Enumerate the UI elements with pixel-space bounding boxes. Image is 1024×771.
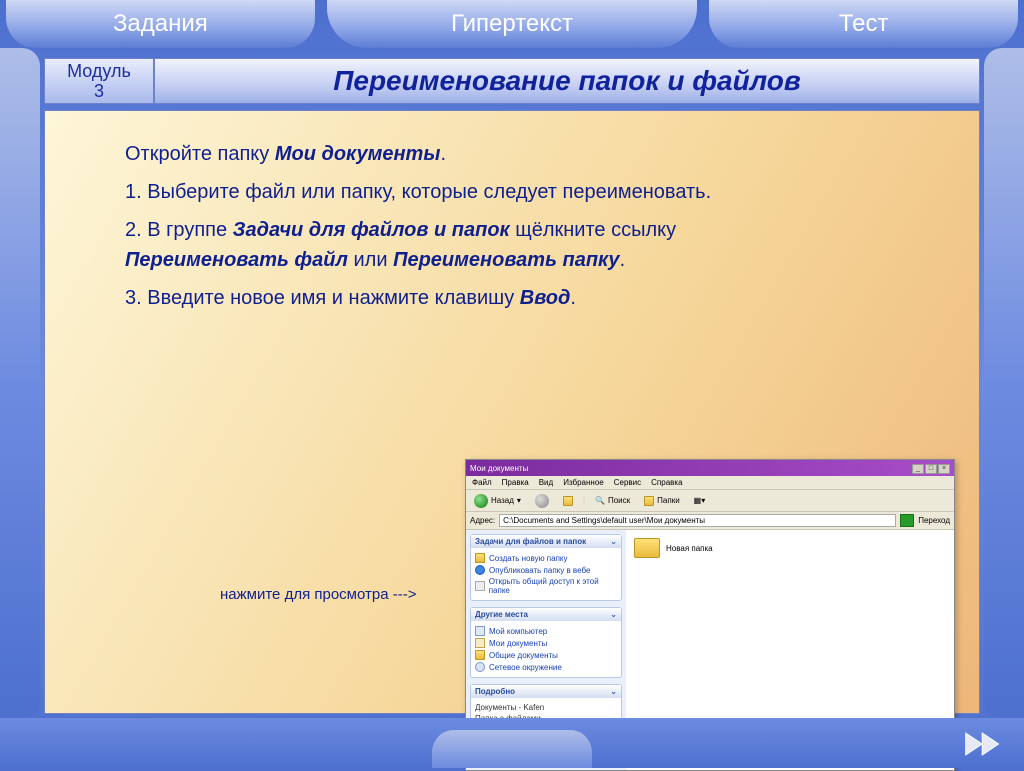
s3-lead: 3. Введите новое имя и нажмите клавишу [125,287,520,309]
collapse-icon[interactable]: ⌄ [610,610,617,619]
explorer-title-text: Мои документы [470,464,528,473]
preview-caption: нажмите для просмотра ---> [220,586,416,603]
back-icon [474,494,488,508]
task-new-folder[interactable]: Создать новую папку [475,553,617,563]
s2-tail: . [620,249,626,271]
s2-em1: Задачи для файлов и папок [233,219,510,241]
folders-button[interactable]: Папки [640,495,684,507]
back-button[interactable]: Назад ▾ [470,493,525,509]
details-line1: Документы - Kafen [475,703,617,712]
task-label-0: Создать новую папку [489,554,568,563]
s3-tail: . [570,287,576,309]
folders-label: Папки [657,496,680,505]
task-label-2: Открыть общий доступ к этой папке [489,577,617,595]
place-network[interactable]: Сетевое окружение [475,662,617,672]
tab-hypertext[interactable]: Гипертекст [327,0,698,48]
place-computer[interactable]: Мой компьютер [475,626,617,636]
task-share[interactable]: Открыть общий доступ к этой папке [475,577,617,595]
panel-details-title: Подробно [475,687,515,696]
explorer-menubar[interactable]: Файл Правка Вид Избранное Сервис Справка [466,476,954,490]
panel-places-title: Другие места [475,610,528,619]
menu-tools[interactable]: Сервис [614,478,641,487]
menu-view[interactable]: Вид [539,478,553,487]
up-button[interactable] [559,495,577,507]
s2-lead: 2. В группе [125,219,233,241]
bottom-bar [0,718,1024,768]
next-button[interactable] [962,728,1006,760]
folder-item[interactable]: Новая папка [634,538,946,558]
s2-em3: Переименовать папку [393,249,620,271]
s3-em: Ввод [520,287,571,309]
place-label-3: Сетевое окружение [489,663,562,672]
menu-file[interactable]: Файл [472,478,492,487]
back-label: Назад [491,496,514,505]
right-rail [984,48,1024,718]
intro-line: Откройте папку Мои документы. [125,139,919,169]
task-publish[interactable]: Опубликовать папку в вебе [475,565,617,575]
s2-or: или [348,249,393,271]
computer-icon [475,626,485,636]
folder-icon [634,538,660,558]
folders-icon [644,496,654,506]
panel-places: Другие места ⌄ Мой компьютер Мои документ… [470,607,622,678]
intro-tail: . [440,143,446,165]
page-title: Переименование папок и файлов [154,58,980,104]
address-label: Адрес: [470,516,495,525]
search-button[interactable]: 🔍 Поиск [591,495,634,506]
mydocs-icon [475,638,485,648]
folder-icon [475,553,485,563]
menu-help[interactable]: Справка [651,478,682,487]
step-2: 2. В группе Задачи для файлов и папок щё… [125,215,919,275]
window-buttons[interactable]: _□× [911,463,950,474]
step-3: 3. Введите новое имя и нажмите клавишу В… [125,283,919,313]
explorer-addressbar[interactable]: Адрес: Переход [466,512,954,530]
folder-name: Новая папка [666,544,713,553]
module-badge: Модуль 3 [44,58,154,104]
place-label-0: Мой компьютер [489,627,547,636]
s2-mid: щёлкните ссылку [510,219,676,241]
panel-tasks: Задачи для файлов и папок ⌄ Создать новую… [470,534,622,601]
module-number: 3 [94,81,104,101]
explorer-toolbar[interactable]: Назад ▾ | 🔍 Поиск Папки ▦▾ [466,490,954,512]
place-label-2: Общие документы [489,651,558,660]
tab-test[interactable]: Тест [709,0,1018,48]
content-area: Откройте папку Мои документы. 1. Выберит… [44,110,980,714]
forward-icon [535,494,549,508]
shared-icon [475,650,485,660]
place-shared[interactable]: Общие документы [475,650,617,660]
network-icon [475,662,485,672]
task-label-1: Опубликовать папку в вебе [489,566,590,575]
menu-edit[interactable]: Правка [502,478,529,487]
search-label: Поиск [608,496,630,505]
panel-tasks-title: Задачи для файлов и папок [475,537,586,546]
web-icon [475,565,485,575]
menu-fav[interactable]: Избранное [563,478,604,487]
left-rail [0,48,40,718]
tab-tasks[interactable]: Задания [6,0,315,48]
share-icon [475,581,485,591]
up-icon [563,496,573,506]
outer-frame: Задания Гипертекст Тест Модуль 3 Переиме… [0,0,1024,768]
intro-em: Мои документы [275,143,441,165]
top-tabs: Задания Гипертекст Тест [0,0,1024,48]
collapse-icon[interactable]: ⌄ [610,537,617,546]
address-input[interactable] [499,514,896,527]
intro-lead: Откройте папку [125,143,275,165]
step-1: 1. Выберите файл или папку, которые след… [125,177,919,207]
views-button[interactable]: ▦▾ [690,495,710,506]
s2-em2: Переименовать файл [125,249,348,271]
explorer-titlebar: Мои документы _□× [466,460,954,476]
bottom-notch [432,730,592,768]
close-icon[interactable]: × [938,464,950,474]
forward-button[interactable] [531,493,553,509]
place-mydocs[interactable]: Мои документы [475,638,617,648]
place-label-1: Мои документы [489,639,547,648]
go-button[interactable] [900,514,914,527]
go-label: Переход [918,516,950,525]
module-label: Модуль [67,61,131,81]
maximize-icon[interactable]: □ [925,464,937,474]
minimize-icon[interactable]: _ [912,464,924,474]
collapse-icon[interactable]: ⌄ [610,687,617,696]
